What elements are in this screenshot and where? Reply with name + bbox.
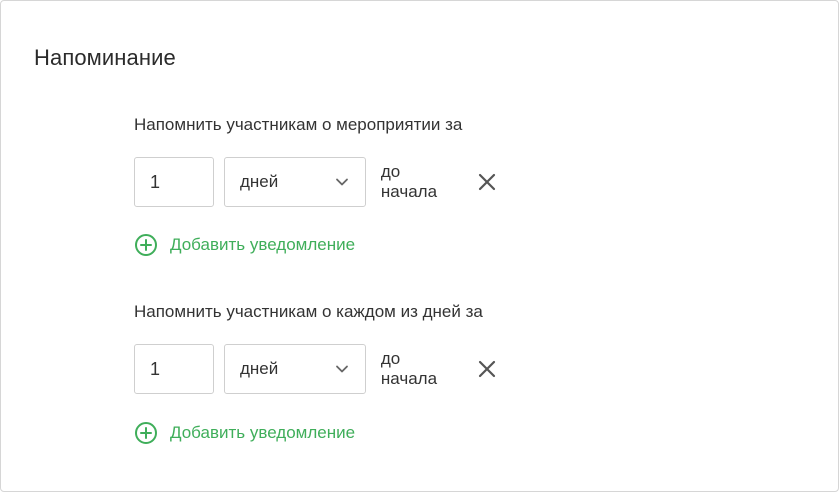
remove-button[interactable] <box>478 358 498 380</box>
plus-circle-icon <box>135 422 157 444</box>
unit-select[interactable]: дней <box>224 344 366 394</box>
plus-circle-icon <box>135 234 157 256</box>
daily-reminder-section: Напомнить участникам о каждом из дней за… <box>134 301 496 444</box>
add-notification-button[interactable]: Добавить уведомление <box>134 421 355 445</box>
close-icon <box>479 360 496 378</box>
card-title: Напоминание <box>34 45 176 70</box>
add-notification-button[interactable]: Добавить уведомление <box>134 233 355 257</box>
add-notification-label: Добавить уведомление <box>170 235 356 254</box>
unit-select-value: дней <box>240 359 279 378</box>
amount-input[interactable] <box>134 344 214 394</box>
suffix-text: до начала <box>380 349 438 388</box>
amount-input[interactable] <box>134 157 214 207</box>
suffix-text: до начала <box>380 162 438 201</box>
remove-button[interactable] <box>478 171 498 193</box>
event-reminder-section: Напомнить участникам о мероприятии за дн… <box>134 114 496 256</box>
chevron-down-icon <box>335 178 348 186</box>
reminder-row: дней до начала <box>134 157 497 207</box>
reminder-row: дней до начала <box>134 344 497 394</box>
reminder-card: Напоминание Напомнить участникам о мероп… <box>0 0 839 492</box>
unit-select[interactable]: дней <box>224 157 366 207</box>
add-notification-label: Добавить уведомление <box>170 423 356 442</box>
section-label: Напомнить участникам о каждом из дней за <box>134 302 483 321</box>
unit-select-value: дней <box>240 172 279 191</box>
chevron-down-icon <box>335 365 348 373</box>
section-label: Напомнить участникам о мероприятии за <box>134 115 463 134</box>
close-icon <box>479 173 496 191</box>
